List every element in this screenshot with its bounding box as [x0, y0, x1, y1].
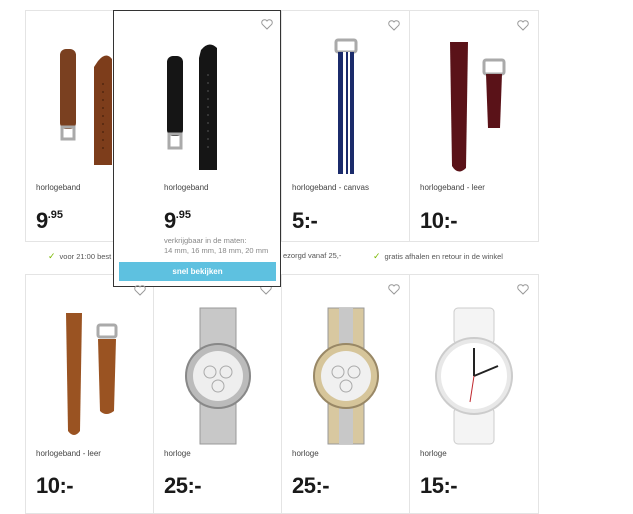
usp-label: ezorgd vanaf 25,- — [283, 251, 342, 260]
product-price: 15:- — [420, 473, 458, 499]
product-card[interactable]: horloge 25:- — [153, 274, 282, 514]
usp-item-pickup: ✓ gratis afhalen en retour in de winkel — [373, 251, 503, 262]
product-image[interactable] — [410, 301, 538, 451]
price-main: 10:- — [36, 473, 74, 498]
product-card[interactable]: horloge 15:- — [409, 274, 539, 514]
product-price: 9.95 — [164, 208, 191, 234]
product-image[interactable] — [410, 33, 538, 183]
product-price: 25:- — [164, 473, 202, 499]
price-main: 25:- — [164, 473, 202, 498]
usp-item-shipping: ezorgd vanaf 25,- — [283, 251, 341, 260]
product-image[interactable] — [114, 33, 280, 183]
price-main: 15:- — [420, 473, 458, 498]
product-name[interactable]: horlogeband — [164, 183, 208, 192]
usp-item-delivery: ✓ voor 21:00 best — [48, 251, 111, 262]
heart-icon[interactable] — [261, 19, 273, 30]
product-image[interactable] — [282, 301, 409, 451]
product-price: 5:- — [292, 208, 318, 234]
product-price: 10:- — [420, 208, 458, 234]
heart-icon[interactable] — [388, 284, 400, 295]
heart-icon[interactable] — [388, 20, 400, 31]
product-name[interactable]: horlogeband - leer — [420, 183, 485, 192]
product-card[interactable]: horloge 25:- — [281, 274, 410, 514]
product-name[interactable]: horlogeband - leer — [36, 449, 101, 458]
price-main: 25:- — [292, 473, 330, 498]
check-icon: ✓ — [48, 251, 56, 261]
product-price: 9.95 — [36, 208, 63, 234]
product-image[interactable] — [26, 301, 153, 451]
usp-label: voor 21:00 best — [59, 252, 112, 261]
product-name[interactable]: horloge — [164, 449, 191, 458]
product-name[interactable]: horloge — [420, 449, 447, 458]
product-price: 25:- — [292, 473, 330, 499]
heart-icon[interactable] — [134, 285, 146, 296]
price-cents: .95 — [175, 209, 192, 221]
available-sizes: verkrijgbaar in de maten: 14 mm, 16 mm, … — [164, 236, 274, 256]
product-name[interactable]: horloge — [292, 449, 319, 458]
heart-icon[interactable] — [517, 20, 529, 31]
price-main: 5:- — [292, 208, 318, 233]
quick-view-button[interactable]: snel bekijken — [119, 262, 276, 281]
product-name[interactable]: horlogeband — [36, 183, 80, 192]
product-name[interactable]: horlogeband - canvas — [292, 183, 369, 192]
product-card[interactable]: horlogeband - leer 10:- — [25, 274, 154, 514]
usp-label: gratis afhalen en retour in de winkel — [384, 252, 503, 261]
product-image[interactable] — [154, 301, 281, 451]
product-card[interactable]: horlogeband - canvas 5:- — [281, 10, 410, 242]
price-cents: .95 — [47, 209, 64, 221]
product-price: 10:- — [36, 473, 74, 499]
heart-icon[interactable] — [517, 284, 529, 295]
sizes-list: 14 mm, 16 mm, 18 mm, 20 mm — [164, 246, 269, 255]
product-image[interactable] — [282, 33, 409, 183]
product-card[interactable]: horlogeband - leer 10:- — [409, 10, 539, 242]
price-main: 9 — [36, 208, 48, 233]
price-main: 10:- — [420, 208, 458, 233]
price-main: 9 — [164, 208, 176, 233]
product-card-hovered[interactable]: horlogeband 9.95 verkrijgbaar in de mate… — [113, 10, 281, 287]
sizes-heading: verkrijgbaar in de maten: — [164, 236, 247, 245]
check-icon: ✓ — [373, 251, 381, 261]
